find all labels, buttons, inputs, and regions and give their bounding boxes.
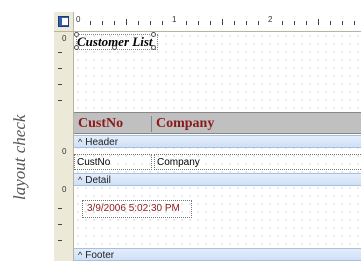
resize-handle[interactable] [112,45,117,50]
band-detail-label: Detail [85,175,111,186]
column-header-company[interactable]: Company [152,116,361,132]
band-header[interactable]: ^ Header [74,135,361,148]
band-footer[interactable]: ^ Footer [74,248,361,261]
ruler-number: 0 [76,15,81,24]
report-title[interactable]: Customer List [76,34,158,50]
horizontal-ruler: 0 1 2 3 [74,12,361,32]
column-header-bar: CustNo Company [74,112,361,134]
ruler-number: 1 [172,15,177,24]
page-icon [58,16,69,27]
side-caption: layout check [10,114,29,200]
resize-handle[interactable] [151,32,156,37]
caret-up-icon: ^ [78,250,83,260]
resize-handle[interactable] [151,45,156,50]
ruler-number: 0 [62,185,67,194]
ruler-number: 0 [62,147,67,156]
band-footer-label: Footer [85,250,115,261]
caret-up-icon: ^ [78,175,83,185]
date-field[interactable]: 3/9/2006 5:02:30 PM [82,200,192,218]
field-custno[interactable]: CustNo [74,154,152,170]
band-header-label: Header [85,137,119,148]
report-designer: 0 1 2 3 0 0 0 Customer List CustNo [54,12,361,261]
ruler-number: 0 [62,34,67,43]
column-header-custno[interactable]: CustNo [74,116,152,132]
ruler-corner[interactable] [54,12,74,32]
field-company[interactable]: Company [154,154,361,170]
band-detail[interactable]: ^ Detail [74,173,361,186]
resize-handle[interactable] [74,45,79,50]
caret-up-icon: ^ [78,137,83,147]
resize-handle[interactable] [74,32,79,37]
vertical-ruler: 0 0 0 [54,32,74,261]
design-canvas[interactable]: Customer List CustNo Company ^ Header Cus… [74,32,361,261]
ruler-number: 2 [268,15,273,24]
